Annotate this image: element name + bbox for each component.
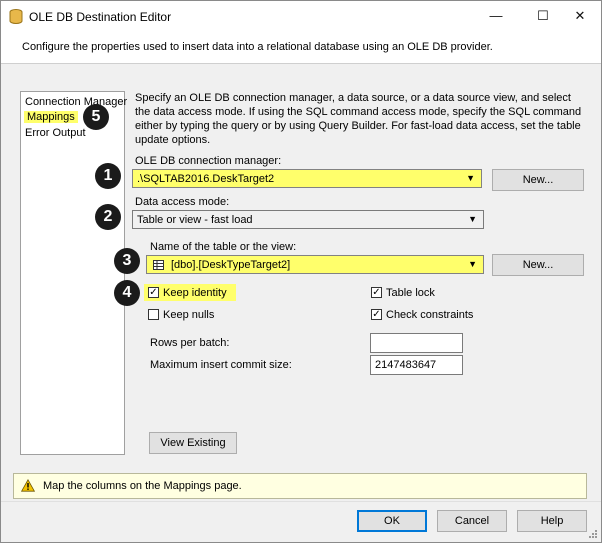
warning-icon: [21, 479, 35, 492]
table-lock-checkbox[interactable]: ✓: [371, 287, 382, 298]
ok-button[interactable]: OK: [357, 510, 427, 532]
new-table-button[interactable]: New...: [492, 254, 584, 276]
status-message-bar: Map the columns on the Mappings page.: [13, 473, 587, 499]
keep-identity-checkbox[interactable]: ✓: [148, 287, 159, 298]
keep-nulls-label: Keep nulls: [163, 309, 215, 321]
header-panel: Configure the properties used to insert …: [1, 31, 601, 64]
header-description: Configure the properties used to insert …: [22, 41, 493, 53]
table-name-value: [dbo].[DeskTypeTarget2]: [171, 259, 291, 271]
chevron-down-icon: ▼: [466, 173, 475, 183]
table-icon: [153, 260, 164, 270]
new-connection-button[interactable]: New...: [492, 169, 584, 191]
cancel-button[interactable]: Cancel: [437, 510, 507, 532]
callout-badge-1: 1: [95, 163, 121, 189]
close-button[interactable]: ✕: [563, 1, 597, 31]
window-title: OLE DB Destination Editor: [29, 10, 172, 24]
ole-db-destination-editor-window: OLE DB Destination Editor — ☐ ✕ Configur…: [0, 0, 602, 543]
status-message: Map the columns on the Mappings page.: [43, 480, 242, 492]
title-bar: OLE DB Destination Editor — ☐ ✕: [1, 1, 601, 31]
database-icon: [9, 9, 23, 24]
check-constraints-label: Check constraints: [386, 309, 474, 321]
maximize-button[interactable]: ☐: [526, 1, 560, 31]
callout-badge-3: 3: [114, 248, 140, 274]
check-constraints-checkbox[interactable]: ✓: [371, 309, 382, 320]
callout-badge-5: 5: [83, 104, 109, 130]
chevron-down-icon: ▼: [468, 214, 477, 224]
resize-grip-icon[interactable]: [587, 528, 598, 539]
keep-nulls-checkbox[interactable]: [148, 309, 159, 320]
max-commit-size-input[interactable]: 2147483647: [370, 355, 463, 375]
table-lock-label: Table lock: [386, 287, 435, 299]
nav-item-mappings[interactable]: Mappings: [24, 111, 78, 123]
page-navigation-list: Connection Manager Mappings Error Output: [20, 91, 127, 455]
main-description: Specify an OLE DB connection manager, a …: [135, 92, 582, 146]
view-existing-button[interactable]: View Existing: [149, 432, 237, 454]
table-name-label: Name of the table or the view:: [150, 241, 297, 253]
footer-divider: [1, 501, 601, 502]
table-name-dropdown[interactable]: [dbo].[DeskTypeTarget2] ▼: [146, 255, 484, 274]
help-button[interactable]: Help: [517, 510, 587, 532]
keep-identity-label: Keep identity: [163, 287, 227, 299]
data-access-mode-value: Table or view - fast load: [137, 214, 253, 226]
callout-badge-4: 4: [114, 280, 140, 306]
connection-manager-dropdown[interactable]: .\SQLTAB2016.DeskTarget2 ▼: [132, 169, 482, 188]
nav-item-connection-manager[interactable]: Connection Manager: [25, 96, 127, 108]
rows-per-batch-input[interactable]: [370, 333, 463, 353]
connection-manager-label: OLE DB connection manager:: [135, 155, 282, 167]
connection-manager-value: .\SQLTAB2016.DeskTarget2: [137, 173, 275, 185]
data-access-mode-dropdown[interactable]: Table or view - fast load ▼: [132, 210, 484, 229]
nav-item-error-output[interactable]: Error Output: [25, 127, 86, 139]
callout-badge-2: 2: [95, 204, 121, 230]
data-access-mode-label: Data access mode:: [135, 196, 230, 208]
minimize-button[interactable]: —: [479, 1, 513, 31]
max-commit-size-label: Maximum insert commit size:: [150, 359, 292, 371]
rows-per-batch-label: Rows per batch:: [150, 337, 230, 349]
chevron-down-icon: ▼: [468, 259, 477, 269]
